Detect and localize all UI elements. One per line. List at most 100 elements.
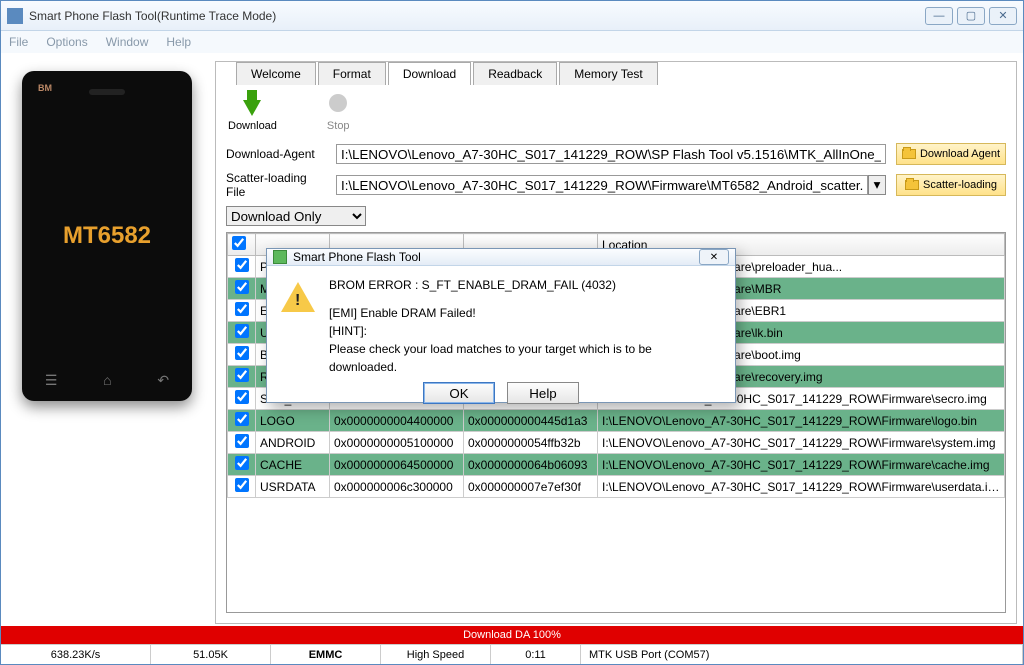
row-check[interactable] [235,258,249,272]
phone-softkeys: ☰ ⌂ ↶ [22,372,192,389]
tab-welcome[interactable]: Welcome [236,62,316,85]
menu-file[interactable]: File [9,35,28,49]
cell-end: 0x000000007e7ef30f [464,476,598,498]
window-title: Smart Phone Flash Tool(Runtime Trace Mod… [29,9,925,23]
menu-help[interactable]: Help [166,35,191,49]
col-check[interactable] [228,234,256,256]
row-check[interactable] [235,280,249,294]
da-input[interactable] [336,144,886,164]
tab-download[interactable]: Download [388,62,471,85]
row-check[interactable] [235,434,249,448]
cell-name: USRDATA [256,476,330,498]
row-check[interactable] [235,412,249,426]
mode-row: Download Only [216,202,1016,232]
scatter-dropdown-button[interactable]: ▾ [868,175,886,195]
row-check[interactable] [235,324,249,338]
download-button[interactable]: Download [228,90,277,132]
scatter-label: Scatter-loading File [226,171,326,199]
dialog-message: BROM ERROR : S_FT_ENABLE_DRAM_FAIL (4032… [329,276,721,376]
row-check[interactable] [235,368,249,382]
cell-end: 0x0000000054ffb32b [464,432,598,454]
config-scatter-row: Scatter-loading File ▾ Scatter-loading [216,168,1016,202]
app-icon [7,8,23,24]
statusbar: Download DA 100% 638.23K/s 51.05K EMMC H… [1,626,1023,664]
status-port: MTK USB Port (COM57) [581,645,1023,664]
menubar: File Options Window Help [1,31,1023,53]
folder-icon [902,149,916,159]
phone-graphic: BM MT6582 ☰ ⌂ ↶ [22,71,192,401]
tab-format[interactable]: Format [318,62,386,85]
download-button-label: Download [228,120,277,132]
cell-location: I:\LENOVO\Lenovo_A7-30HC_S017_141229_ROW… [598,454,1005,476]
home-icon: ⌂ [103,372,111,389]
dialog-title: Smart Phone Flash Tool [293,250,699,264]
row-check[interactable] [235,302,249,316]
cell-begin: 0x0000000064500000 [330,454,464,476]
cell-name: CACHE [256,454,330,476]
scatter-input[interactable] [336,175,868,195]
maximize-button[interactable]: ▢ [957,7,985,25]
check-all[interactable] [232,236,246,250]
cell-name: ANDROID [256,432,330,454]
minimize-button[interactable]: — [925,7,953,25]
phone-bm-label: BM [38,83,52,93]
status-storage: EMMC [271,645,381,664]
da-browse-button[interactable]: Download Agent [896,143,1006,165]
config-da-row: Download-Agent Download Agent [216,140,1016,168]
warning-icon: ! [281,282,315,316]
dialog-body: ! BROM ERROR : S_FT_ENABLE_DRAM_FAIL (40… [267,266,735,376]
toolbar: Download Stop [216,84,1016,140]
da-label: Download-Agent [226,147,326,161]
dialog-help-button[interactable]: Help [507,382,579,404]
dialog-line3: [HINT]: [329,322,721,340]
mode-select[interactable]: Download Only [226,206,366,226]
status-time: 0:11 [491,645,581,664]
stop-icon [329,94,347,112]
cell-end: 0x0000000064b06093 [464,454,598,476]
folder-icon [905,180,919,190]
table-row[interactable]: ANDROID0x00000000051000000x0000000054ffb… [228,432,1005,454]
da-browse-label: Download Agent [920,148,1000,160]
dialog-line4: Please check your load matches to your t… [329,340,721,376]
back-icon: ↶ [157,372,169,389]
dialog-line2: [EMI] Enable DRAM Failed! [329,304,721,322]
stop-button[interactable]: Stop [327,90,350,132]
scatter-browse-button[interactable]: Scatter-loading [896,174,1006,196]
dialog-close-button[interactable]: ✕ [699,249,729,265]
row-check[interactable] [235,390,249,404]
cell-location: I:\LENOVO\Lenovo_A7-30HC_S017_141229_ROW… [598,432,1005,454]
phone-chip-label: MT6582 [63,222,151,250]
menu-icon: ☰ [45,372,58,389]
status-speed: High Speed [381,645,491,664]
tab-memory-test[interactable]: Memory Test [559,62,657,85]
dialog-ok-button[interactable]: OK [423,382,495,404]
dialog-line1: BROM ERROR : S_FT_ENABLE_DRAM_FAIL (4032… [329,276,721,294]
row-check[interactable] [235,346,249,360]
close-button[interactable]: ✕ [989,7,1017,25]
tabs: Welcome Format Download Readback Memory … [216,61,1016,84]
dialog-app-icon [273,250,287,264]
menu-window[interactable]: Window [106,35,149,49]
cell-location: I:\LENOVO\Lenovo_A7-30HC_S017_141229_ROW… [598,476,1005,498]
row-check[interactable] [235,456,249,470]
tab-readback[interactable]: Readback [473,62,557,85]
status-rate: 638.23K/s [1,645,151,664]
dialog-titlebar: Smart Phone Flash Tool ✕ [267,249,735,266]
cell-begin: 0x0000000005100000 [330,432,464,454]
phone-panel: BM MT6582 ☰ ⌂ ↶ [7,61,207,624]
stop-button-label: Stop [327,120,350,132]
dialog-buttons: OK Help [267,376,735,414]
download-arrow-icon [243,100,261,116]
scatter-browse-label: Scatter-loading [923,179,997,191]
table-row[interactable]: USRDATA0x000000006c3000000x000000007e7ef… [228,476,1005,498]
error-dialog: Smart Phone Flash Tool ✕ ! BROM ERROR : … [266,248,736,403]
window-controls: — ▢ ✕ [925,7,1017,25]
row-check[interactable] [235,478,249,492]
progress-bar: Download DA 100% [1,626,1023,644]
status-size: 51.05K [151,645,271,664]
cell-begin: 0x000000006c300000 [330,476,464,498]
menu-options[interactable]: Options [46,35,87,49]
status-cells: 638.23K/s 51.05K EMMC High Speed 0:11 MT… [1,644,1023,664]
titlebar: Smart Phone Flash Tool(Runtime Trace Mod… [1,1,1023,31]
table-row[interactable]: CACHE0x00000000645000000x0000000064b0609… [228,454,1005,476]
